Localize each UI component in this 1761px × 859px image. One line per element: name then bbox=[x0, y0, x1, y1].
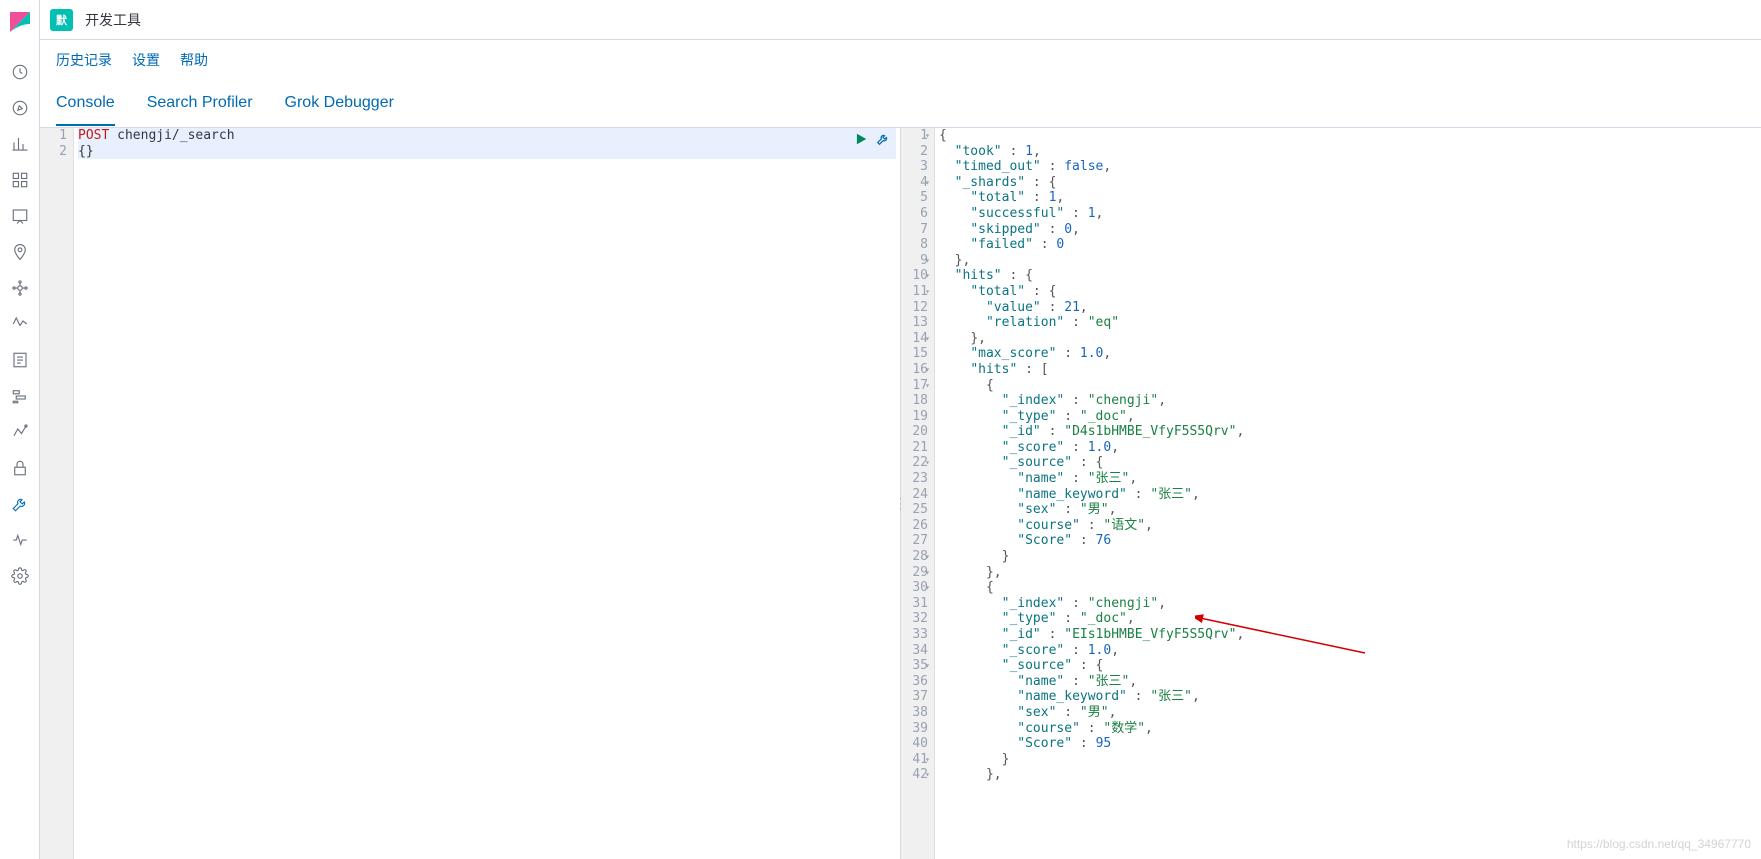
discover-icon[interactable] bbox=[0, 90, 40, 126]
kibana-logo-icon[interactable] bbox=[8, 10, 32, 34]
recently-viewed-icon[interactable] bbox=[0, 54, 40, 90]
uptime-icon[interactable] bbox=[0, 414, 40, 450]
editor-content: 12 POST chengji/_search{} ⋮ 1▾234▾5 bbox=[40, 128, 1761, 859]
history-link[interactable]: 历史记录 bbox=[56, 50, 112, 70]
canvas-icon[interactable] bbox=[0, 198, 40, 234]
left-nav bbox=[0, 0, 40, 859]
request-panel: 12 POST chengji/_search{} bbox=[40, 128, 901, 859]
monitoring-icon[interactable] bbox=[0, 522, 40, 558]
apm-icon[interactable] bbox=[0, 378, 40, 414]
app-root: 默 开发工具 历史记录 设置 帮助 Console Search Profile… bbox=[0, 0, 1761, 859]
main-content: 默 开发工具 历史记录 设置 帮助 Console Search Profile… bbox=[40, 0, 1761, 859]
response-gutter: 1▾234▾56789▾10▾11▾121314▾1516▾17▾1819202… bbox=[901, 128, 935, 859]
request-gutter: 12 bbox=[40, 128, 74, 859]
top-bar: 默 开发工具 bbox=[40, 0, 1761, 40]
logs-icon[interactable] bbox=[0, 342, 40, 378]
response-panel: ⋮ 1▾234▾56789▾10▾11▾121314▾1516▾17▾18192… bbox=[901, 128, 1761, 859]
security-icon[interactable] bbox=[0, 450, 40, 486]
dev-tools-icon[interactable] bbox=[0, 486, 40, 522]
tab-search-profiler[interactable]: Search Profiler bbox=[147, 82, 253, 126]
send-request-icon[interactable] bbox=[854, 132, 868, 151]
visualize-icon[interactable] bbox=[0, 126, 40, 162]
response-editor[interactable]: 1▾234▾56789▾10▾11▾121314▾1516▾17▾1819202… bbox=[901, 128, 1761, 859]
request-editor[interactable]: 12 POST chengji/_search{} bbox=[40, 128, 900, 859]
tab-bar: Console Search Profiler Grok Debugger bbox=[40, 80, 1761, 128]
maps-icon[interactable] bbox=[0, 234, 40, 270]
management-icon[interactable] bbox=[0, 558, 40, 594]
page-title: 开发工具 bbox=[85, 10, 141, 30]
space-badge[interactable]: 默 bbox=[50, 9, 73, 31]
tab-grok-debugger[interactable]: Grok Debugger bbox=[285, 82, 394, 126]
settings-link[interactable]: 设置 bbox=[132, 50, 160, 70]
editor-actions bbox=[854, 132, 890, 151]
sub-bar: 历史记录 设置 帮助 bbox=[40, 40, 1761, 80]
request-code[interactable]: POST chengji/_search{} bbox=[74, 128, 900, 859]
help-link[interactable]: 帮助 bbox=[180, 50, 208, 70]
ml-icon[interactable] bbox=[0, 270, 40, 306]
response-code[interactable]: { "took" : 1, "timed_out" : false, "_sha… bbox=[935, 128, 1761, 859]
dashboard-icon[interactable] bbox=[0, 162, 40, 198]
metrics-icon[interactable] bbox=[0, 306, 40, 342]
tab-console[interactable]: Console bbox=[56, 82, 115, 126]
wrench-icon[interactable] bbox=[876, 132, 890, 151]
